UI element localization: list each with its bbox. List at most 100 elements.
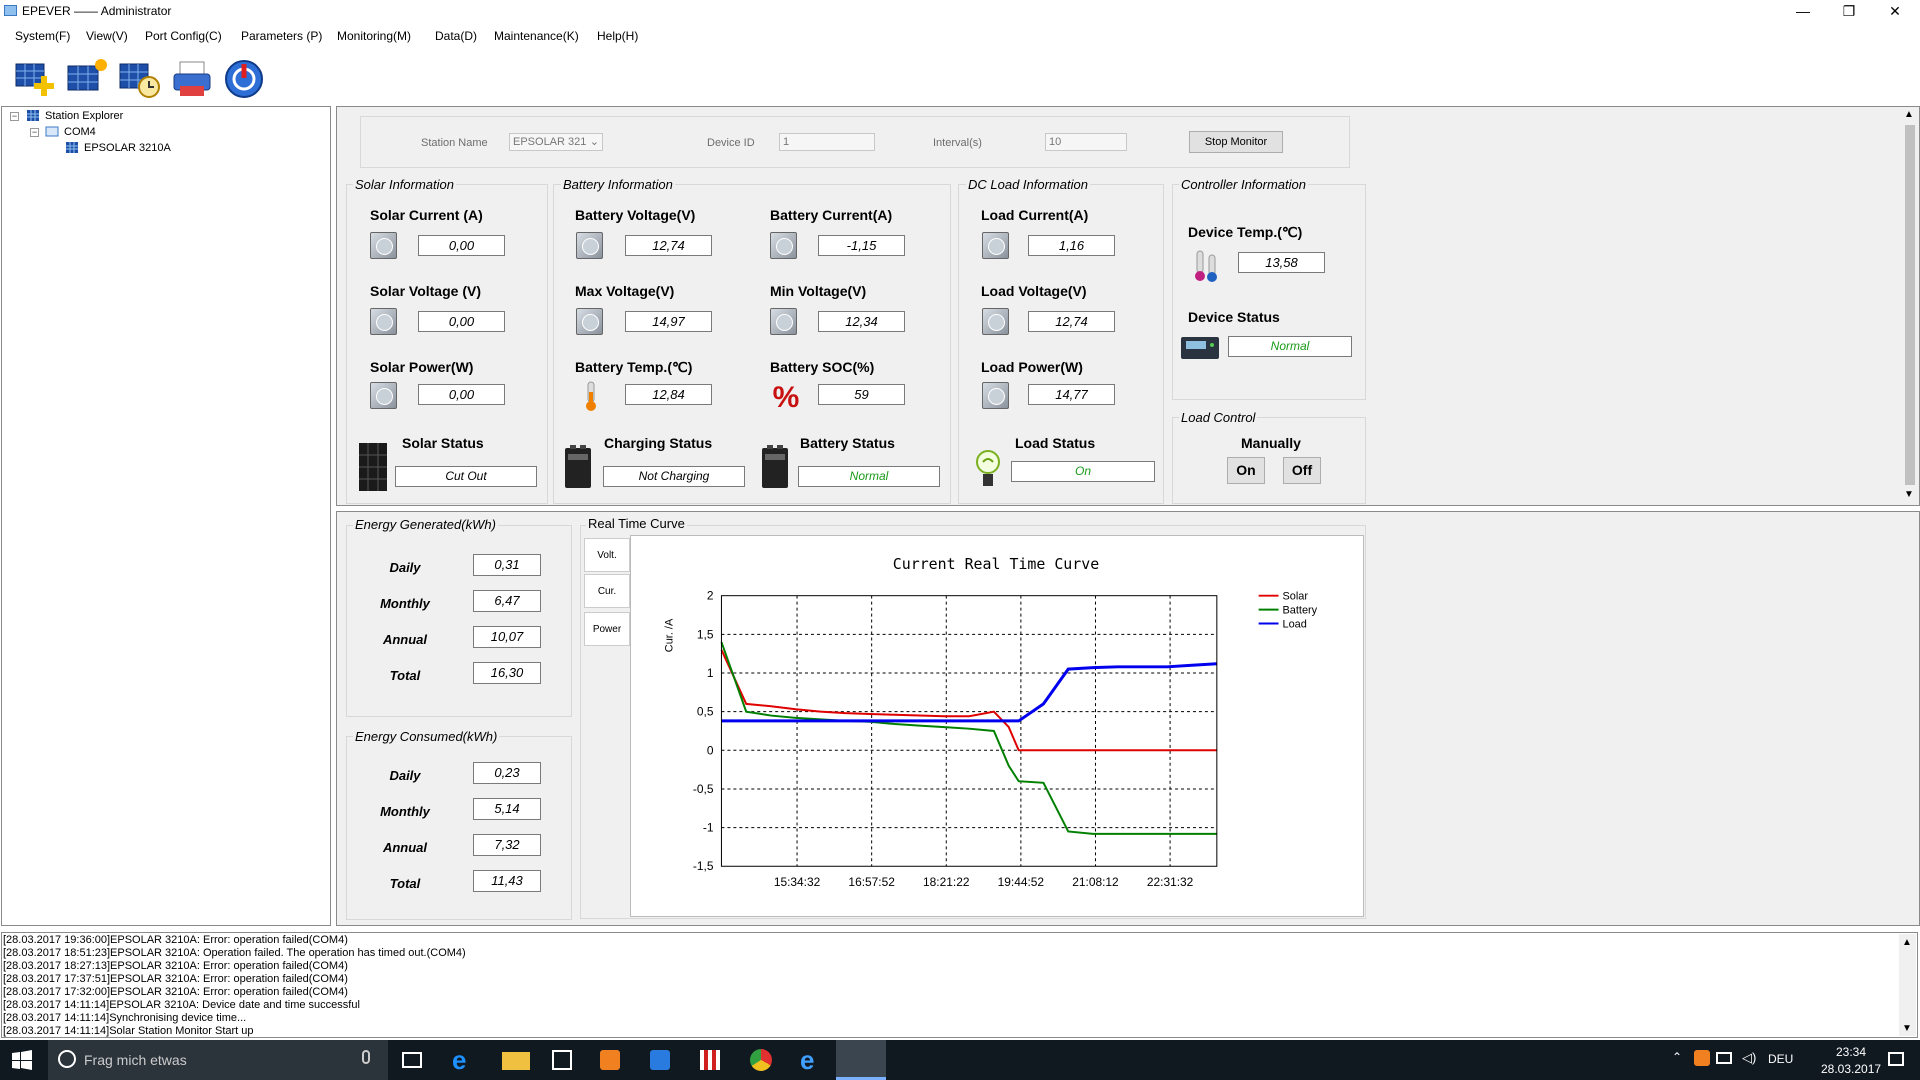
- vertical-scrollbar[interactable]: ▲ ▼: [1901, 107, 1919, 505]
- load-info-title: DC Load Information: [966, 177, 1090, 192]
- battery-status-label: Battery Status: [800, 435, 895, 451]
- menu-view[interactable]: View(V): [86, 29, 128, 43]
- solar-panel-icon[interactable]: [66, 56, 110, 100]
- stop-monitor-button[interactable]: Stop Monitor: [1189, 131, 1283, 153]
- search-icon: [58, 1050, 76, 1068]
- language-indicator[interactable]: DEU: [1768, 1052, 1793, 1066]
- battery-info-title: Battery Information: [561, 177, 675, 192]
- clock-time[interactable]: 23:34: [1821, 1045, 1881, 1059]
- ie-icon[interactable]: e: [800, 1047, 828, 1073]
- scroll-down-icon[interactable]: ▼: [1902, 1022, 1912, 1035]
- interval-input[interactable]: 10: [1045, 133, 1127, 151]
- tree-port[interactable]: COM4: [64, 126, 96, 138]
- legend-label: Load: [1282, 619, 1306, 631]
- scroll-thumb[interactable]: [1905, 125, 1915, 485]
- menu-help[interactable]: Help(H): [597, 29, 638, 43]
- scroll-down-icon[interactable]: ▼: [1904, 489, 1914, 500]
- add-station-icon[interactable]: [14, 56, 58, 100]
- edge-icon[interactable]: e: [452, 1047, 480, 1073]
- load-off-button[interactable]: Off: [1283, 457, 1321, 484]
- media-player-icon[interactable]: [600, 1050, 620, 1070]
- chevron-down-icon: ⌄: [589, 136, 599, 148]
- print-icon[interactable]: [170, 56, 214, 100]
- network-icon[interactable]: [1716, 1052, 1732, 1064]
- solar-info-title: Solar Information: [353, 177, 456, 192]
- con-annual-label: Annual: [382, 840, 428, 855]
- lightbulb-icon: [976, 450, 1000, 486]
- battery-voltage-value: 12,74: [625, 235, 712, 256]
- solar-power-value: 0,00: [418, 384, 505, 405]
- battery-info-group: [553, 184, 951, 504]
- battery-current-label: Battery Current(A): [770, 207, 893, 223]
- con-daily-label: Daily: [389, 768, 421, 783]
- store-icon[interactable]: [552, 1050, 572, 1070]
- search-placeholder: Frag mich etwas: [84, 1052, 187, 1068]
- epever-task-icon[interactable]: [836, 1040, 886, 1080]
- energy-generated-title: Energy Generated(kWh): [353, 517, 498, 532]
- menu-data[interactable]: Data(D): [435, 29, 477, 43]
- tree-device[interactable]: EPSOLAR 3210A: [84, 142, 171, 154]
- load-current-label: Load Current(A): [981, 207, 1089, 223]
- battery-status-value: Normal: [798, 466, 940, 487]
- legend-label: Solar: [1282, 591, 1308, 603]
- battery-icon: [565, 445, 591, 488]
- max-voltage-label: Max Voltage(V): [575, 283, 675, 299]
- menu-parameters[interactable]: Parameters (P): [241, 29, 322, 43]
- tab-cur[interactable]: Cur.: [584, 574, 630, 608]
- device-id-input[interactable]: 1: [779, 133, 875, 151]
- task-view-icon[interactable]: [402, 1052, 422, 1068]
- log-scrollbar[interactable]: ▲ ▼: [1899, 934, 1916, 1036]
- load-on-button[interactable]: On: [1227, 457, 1265, 484]
- tree-root[interactable]: Station Explorer: [45, 110, 123, 122]
- power-icon[interactable]: [222, 56, 266, 100]
- microphone-icon[interactable]: [362, 1050, 370, 1064]
- gen-monthly-label: Monthly: [380, 596, 430, 611]
- y-tick-label: 0,5: [697, 705, 714, 719]
- station-name-select[interactable]: EPSOLAR 321 ⌄: [509, 133, 603, 151]
- svg-text:%: %: [773, 381, 800, 412]
- menu-monitoring[interactable]: Monitoring(M): [337, 29, 411, 43]
- menu-system[interactable]: System(F): [15, 29, 70, 43]
- con-annual-value: 7,32: [473, 834, 541, 856]
- file-explorer-icon[interactable]: [502, 1052, 530, 1070]
- solar-voltage-label: Solar Voltage (V): [370, 283, 481, 299]
- chrome-icon[interactable]: [750, 1049, 772, 1071]
- app-icon[interactable]: [650, 1050, 670, 1070]
- x-tick-label: 15:34:32: [774, 875, 821, 889]
- tray-app-icon[interactable]: [1694, 1050, 1710, 1066]
- windows-start-icon[interactable]: [12, 1050, 32, 1070]
- con-daily-value: 0,23: [473, 762, 541, 784]
- solar-voltage-value: 0,00: [418, 311, 505, 332]
- schedule-icon[interactable]: [118, 56, 162, 100]
- scroll-up-icon[interactable]: ▲: [1902, 936, 1912, 949]
- device-temp-label: Device Temp.(℃): [1188, 224, 1303, 240]
- search-box[interactable]: Frag mich etwas: [48, 1040, 388, 1080]
- tab-power[interactable]: Power: [584, 612, 630, 646]
- volume-icon[interactable]: ◁): [1742, 1050, 1756, 1066]
- controller-info-title: Controller Information: [1179, 177, 1308, 192]
- x-tick-label: 18:21:22: [923, 875, 970, 889]
- max-voltage-value: 14,97: [625, 311, 712, 332]
- clock-date[interactable]: 28.03.2017: [1821, 1062, 1881, 1076]
- tray-expand-icon[interactable]: ⌃: [1672, 1050, 1682, 1064]
- tab-volt[interactable]: Volt.: [584, 538, 630, 572]
- collapse-toggle[interactable]: −: [10, 112, 19, 121]
- port-icon: [45, 126, 59, 137]
- calculator-icon[interactable]: [700, 1050, 720, 1070]
- menu-port-config[interactable]: Port Config(C): [145, 29, 222, 43]
- battery-soc-label: Battery SOC(%): [770, 359, 875, 375]
- charging-status-value: Not Charging: [603, 466, 745, 487]
- station-explorer-pane: − Station Explorer − COM4 EPSOLAR 3210A: [1, 106, 331, 926]
- restore-button[interactable]: ❐: [1826, 0, 1872, 22]
- battery-temp-label: Battery Temp.(℃): [575, 359, 693, 375]
- meter-icon: [370, 232, 397, 259]
- notification-icon[interactable]: [1888, 1052, 1904, 1066]
- solar-current-value: 0,00: [418, 235, 505, 256]
- menu-maintenance[interactable]: Maintenance(K): [494, 29, 579, 43]
- minimize-button[interactable]: —: [1780, 0, 1826, 22]
- scroll-up-icon[interactable]: ▲: [1904, 109, 1914, 120]
- close-button[interactable]: ✕: [1872, 0, 1918, 22]
- collapse-toggle[interactable]: −: [30, 128, 39, 137]
- title-bar: EPEVER —— Administrator — ❐ ✕: [0, 0, 1920, 22]
- energy-consumed-title: Energy Consumed(kWh): [353, 729, 500, 744]
